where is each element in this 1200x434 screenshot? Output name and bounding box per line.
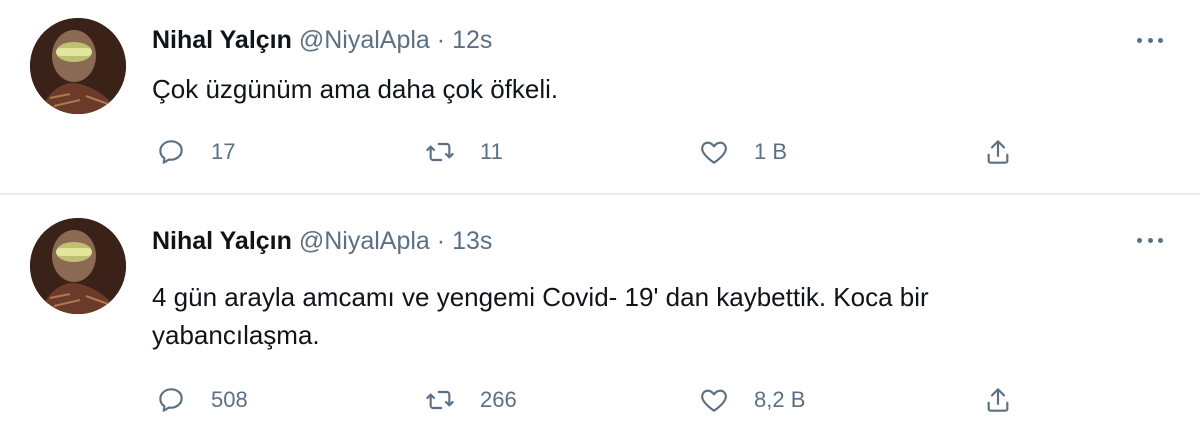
reply-button[interactable]: 17 <box>155 132 235 172</box>
retweet-count: 266 <box>480 387 517 412</box>
like-count: 8,2 B <box>754 387 806 412</box>
avatar-image <box>30 18 126 114</box>
like-count: 1 B <box>754 139 788 164</box>
tweet[interactable]: Nihal Yalçın @NiyalApla · 12s Çok üzgünü… <box>0 0 1200 195</box>
author-name[interactable]: Nihal Yalçın <box>152 227 292 255</box>
retweet-icon <box>426 142 454 162</box>
reply-icon <box>159 140 183 164</box>
heart-icon <box>701 141 727 164</box>
heart-icon <box>701 389 727 412</box>
separator: · <box>436 227 446 255</box>
author-handle[interactable]: @NiyalApla <box>299 227 430 255</box>
more-options-icon[interactable] <box>1130 230 1170 250</box>
author-handle[interactable]: @NiyalApla <box>299 26 430 54</box>
reply-button[interactable]: 508 <box>155 380 248 420</box>
tweet-text: 4 gün arayla amcamı ve yengemi Covid- 19… <box>152 282 929 350</box>
tweet-header: Nihal Yalçın @NiyalApla · 13s <box>152 226 492 256</box>
tweet-feed: Nihal Yalçın @NiyalApla · 12s Çok üzgünü… <box>0 0 1200 434</box>
share-icon <box>987 140 1009 164</box>
separator: · <box>436 26 446 54</box>
tweet-header: Nihal Yalçın @NiyalApla · 12s <box>152 25 492 55</box>
avatar[interactable] <box>30 218 126 314</box>
author-name[interactable]: Nihal Yalçın <box>152 26 292 54</box>
retweet-button[interactable]: 11 <box>424 132 503 172</box>
tweet-actions: 508 266 8,2 B <box>0 380 1200 420</box>
timestamp[interactable]: 13s <box>452 227 492 255</box>
avatar[interactable] <box>30 18 126 114</box>
tweet[interactable]: Nihal Yalçın @NiyalApla · 13s 4 gün aray… <box>0 196 1200 434</box>
tweet-actions: 17 11 1 B <box>0 132 1200 172</box>
avatar-image <box>30 218 126 314</box>
reply-count: 508 <box>211 387 248 412</box>
like-button[interactable]: 8,2 B <box>698 380 805 420</box>
share-icon <box>987 388 1009 412</box>
reply-count: 17 <box>211 139 236 164</box>
timestamp[interactable]: 12s <box>452 26 492 54</box>
like-button[interactable]: 1 B <box>698 132 787 172</box>
retweet-button[interactable]: 266 <box>424 380 517 420</box>
share-button[interactable] <box>982 132 1014 172</box>
reply-icon <box>159 388 183 412</box>
share-button[interactable] <box>982 380 1014 420</box>
retweet-count: 11 <box>480 139 503 164</box>
retweet-icon <box>426 390 454 410</box>
tweet-text: Çok üzgünüm ama daha çok öfkeli. <box>152 74 559 104</box>
more-options-icon[interactable] <box>1130 30 1170 50</box>
